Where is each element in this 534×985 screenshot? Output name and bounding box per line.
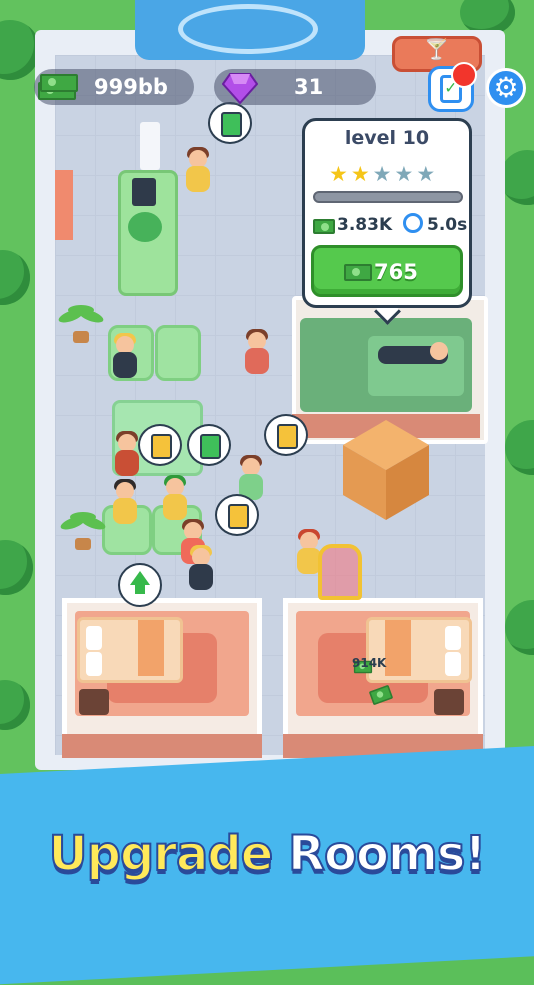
armchair [155,325,201,381]
card-request-bubble [208,102,252,144]
guest-character [112,431,140,484]
side-bench [55,170,73,240]
card-request-bubble [138,424,182,466]
luggage-cart [318,544,362,600]
tree [0,680,30,730]
headline-word-upgrade: Upgrade [48,825,275,883]
room-level-label: level 10 [344,127,430,149]
guest-room-left[interactable] [62,598,262,758]
bed [366,617,472,683]
potted-palm [59,512,107,550]
bed [368,336,464,396]
guest-head [430,342,448,360]
arrow-up-icon [130,571,150,585]
entrance-arch [178,4,318,54]
computer-monitor [132,178,156,206]
bed [77,617,183,683]
notification-dot [451,62,477,88]
stopwatch-icon [403,213,423,233]
star-filled-icon: ★ [350,162,370,186]
star-filled-icon: ★ [329,162,348,186]
game-scene[interactable]: 🍸 914K 999bb 31 ✓ ⚙ level 10 ★ ★ ★ ★ ★ 3… [0,0,534,790]
cash-stack-icon [38,72,78,100]
tree [0,540,33,595]
card-request-bubble [215,494,259,536]
tree [0,250,30,305]
upgrade-button[interactable]: 765 [311,245,463,297]
star-empty-icon: ★ [416,162,436,186]
cycle-time: 5.0s [427,215,468,235]
cash-stack-icon [344,264,372,281]
tree [505,420,534,475]
settings-button[interactable]: ⚙ [486,68,526,108]
kiosk [140,122,160,170]
cardboard-box[interactable] [343,420,429,520]
guest-room-right[interactable] [283,598,483,758]
cash-stack-icon [313,219,335,234]
room-income-label: 914K [352,656,387,670]
star-rating: ★ ★ ★ ★ ★ [329,163,449,185]
desk-plant [128,212,162,242]
income-per-cycle: 3.83K [337,215,393,235]
room-wall [62,734,262,758]
star-empty-icon: ★ [372,162,392,186]
tree [505,600,534,655]
card-request-bubble [187,424,231,466]
gear-icon: ⚙ [493,71,519,104]
guest-character [110,479,138,532]
potted-palm [57,305,105,343]
tree [500,150,534,205]
cocktail-icon: 🍸 [424,37,449,61]
gem-amount: 31 [294,75,324,99]
star-empty-icon: ★ [394,162,414,186]
purple-gem-icon [222,73,258,104]
headline-word-rooms: Rooms! [287,825,487,883]
upgrade-price: 765 [374,260,418,284]
cash-amount: 999bb [94,75,168,99]
player-character [186,545,214,598]
room-upgrade-popup: level 10 ★ ★ ★ ★ ★ 3.83K 5.0s 765 [302,118,472,308]
guest-character [183,147,211,200]
promo-headline: Upgrade Rooms! [0,825,534,883]
card-request-bubble [264,414,308,456]
guest-character [110,333,138,386]
upgrade-progress-bar [313,191,463,203]
upgrade-arrow-bubble[interactable] [118,563,162,607]
nightstand [79,689,109,715]
guest-character [242,329,270,382]
tree [0,20,40,80]
nightstand [434,689,464,715]
arrow-stem [135,584,145,594]
